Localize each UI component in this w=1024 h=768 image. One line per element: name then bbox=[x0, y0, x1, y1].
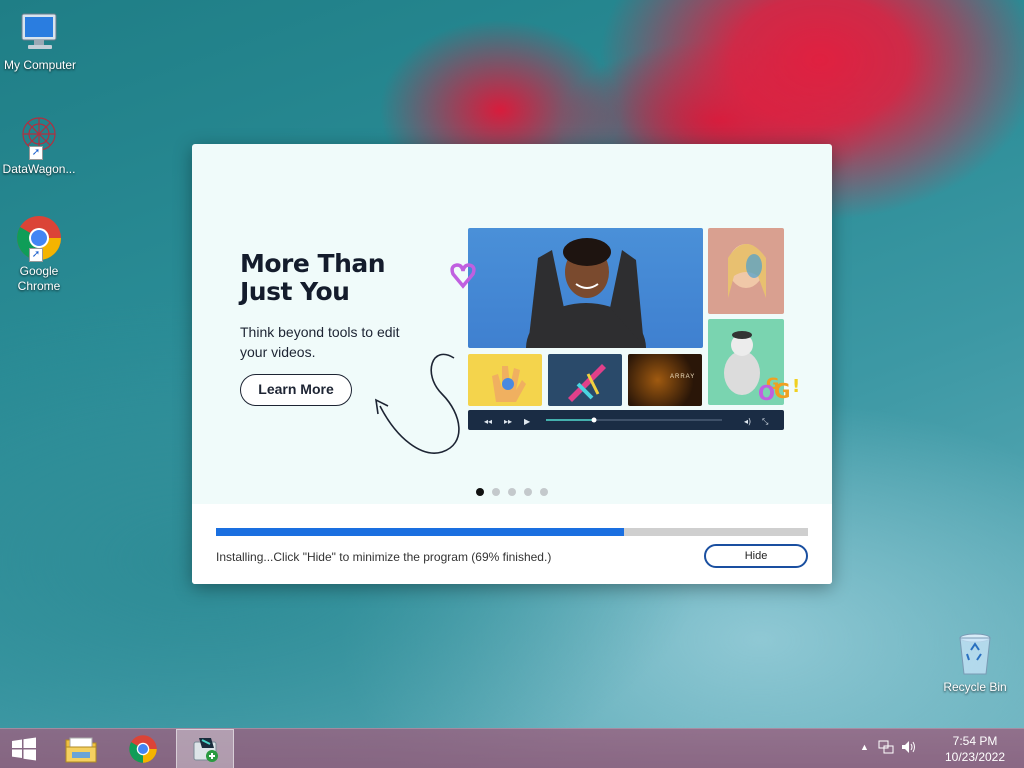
recycle-bin-icon bbox=[951, 630, 999, 678]
datawagon-icon: ➚ bbox=[15, 112, 63, 160]
clock-date: 10/23/2022 bbox=[944, 750, 1006, 764]
volume-icon[interactable] bbox=[900, 739, 916, 758]
network-icon[interactable] bbox=[878, 739, 894, 758]
svg-text:⤡: ⤡ bbox=[762, 417, 769, 426]
installer-app-icon bbox=[193, 738, 218, 762]
install-status-text: Installing...Click "Hide" to minimize th… bbox=[216, 550, 552, 564]
shortcut-arrow-icon: ➚ bbox=[29, 248, 43, 262]
taskbar-google-chrome[interactable] bbox=[114, 729, 172, 768]
shortcut-arrow-icon: ➚ bbox=[29, 146, 43, 160]
svg-text:◂◂: ◂◂ bbox=[484, 417, 492, 426]
portrait-thumbnail bbox=[708, 228, 784, 314]
svg-text:▸▸: ▸▸ bbox=[504, 417, 512, 426]
taskbar-file-explorer[interactable] bbox=[52, 729, 110, 768]
desktop-icon-label: Recycle Bin bbox=[943, 680, 1007, 694]
chrome-icon: ➚ bbox=[15, 214, 63, 262]
svg-text:▶: ▶ bbox=[524, 417, 531, 426]
main-video-thumbnail bbox=[468, 228, 703, 348]
installer-window: More Than Just You Think beyond tools to… bbox=[192, 144, 832, 584]
slide-dot[interactable] bbox=[540, 488, 548, 496]
desktop-icon-my-computer[interactable]: My Computer bbox=[0, 8, 80, 73]
desktop-icon-datawagon[interactable]: ➚ DataWagon... bbox=[0, 112, 79, 177]
hand-thumbnail bbox=[468, 354, 542, 406]
computer-icon bbox=[16, 8, 64, 56]
omg-sticker: O G ! bbox=[756, 370, 812, 406]
install-progress-bar bbox=[216, 528, 808, 536]
clock-time: 7:54 PM bbox=[952, 734, 998, 748]
desktop-icon-google-chrome[interactable]: ➚ Google Chrome bbox=[0, 214, 79, 294]
sparkle-thumbnail: ARRAY bbox=[628, 354, 702, 406]
chrome-icon bbox=[129, 735, 157, 763]
slide-dot[interactable] bbox=[508, 488, 516, 496]
installer-footer: Installing...Click "Hide" to minimize th… bbox=[192, 504, 832, 584]
desktop-icon-label: DataWagon... bbox=[2, 162, 76, 176]
slide-dot[interactable] bbox=[524, 488, 532, 496]
heart-hands-sticker bbox=[450, 262, 476, 290]
show-hidden-icons-icon[interactable]: ▲ bbox=[860, 742, 869, 752]
rocket-thumbnail bbox=[548, 354, 622, 406]
desktop-icon-label: Google Chrome bbox=[17, 264, 61, 293]
svg-text:◂): ◂) bbox=[744, 417, 751, 426]
hide-button[interactable]: Hide bbox=[704, 544, 808, 568]
start-button[interactable] bbox=[0, 729, 48, 768]
desktop-icon-label: My Computer bbox=[3, 58, 77, 72]
video-player-controls: ◂◂ ▸▸ ▶ ◂) ⤡ bbox=[468, 410, 784, 430]
system-tray: ▲ 7:54 PM 10/23/2022 bbox=[854, 729, 1024, 768]
svg-text:G: G bbox=[774, 379, 790, 403]
slide-dot[interactable] bbox=[492, 488, 500, 496]
folder-icon bbox=[65, 737, 97, 763]
slide-dot[interactable] bbox=[476, 488, 484, 496]
install-progress-fill bbox=[216, 528, 625, 536]
desktop-icon-recycle-bin[interactable]: Recycle Bin bbox=[935, 630, 1015, 695]
slide-indicator bbox=[476, 488, 548, 496]
array-text: ARRAY bbox=[670, 374, 696, 380]
svg-text:O: O bbox=[758, 381, 775, 405]
taskbar-installer[interactable] bbox=[176, 729, 234, 768]
windows-logo-icon bbox=[12, 737, 36, 761]
taskbar: ▲ 7:54 PM 10/23/2022 bbox=[0, 728, 1024, 768]
svg-text:!: ! bbox=[792, 376, 800, 397]
taskbar-clock[interactable]: 7:54 PM 10/23/2022 bbox=[940, 733, 1010, 765]
